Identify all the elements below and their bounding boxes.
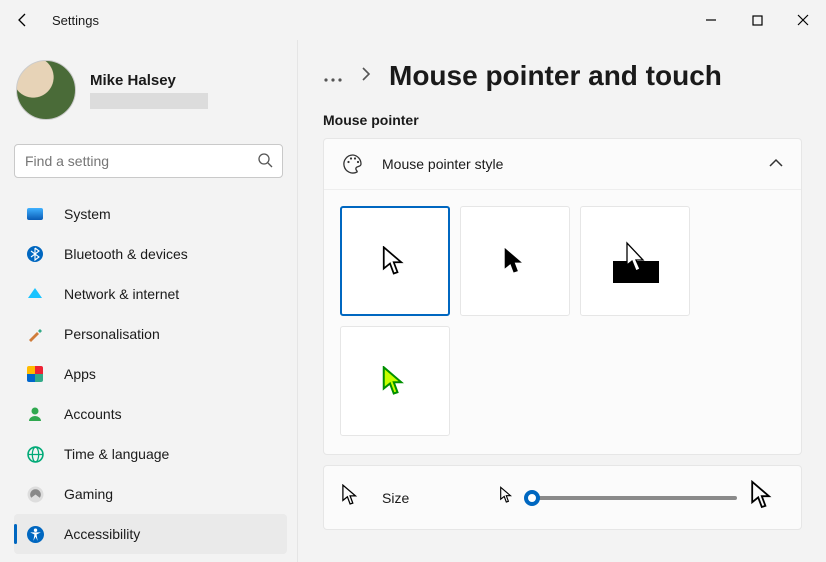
sidebar-item-gaming[interactable]: Gaming (14, 474, 287, 514)
pointer-style-card: Mouse pointer style (323, 138, 802, 455)
palette-icon (342, 153, 364, 175)
sidebar-item-label: Accessibility (64, 526, 140, 542)
search-icon (257, 152, 273, 173)
sidebar-item-label: System (64, 206, 111, 222)
cursor-small-icon (500, 486, 514, 509)
globe-icon (26, 445, 44, 463)
cursor-large-icon (751, 480, 775, 515)
breadcrumb-more-button[interactable] (323, 63, 343, 89)
pointer-style-header[interactable]: Mouse pointer style (324, 139, 801, 189)
apps-icon (26, 365, 44, 383)
wifi-icon (26, 285, 44, 303)
back-button[interactable] (6, 3, 40, 37)
sidebar-item-network[interactable]: Network & internet (14, 274, 287, 314)
cursor-icon (342, 484, 360, 511)
bluetooth-icon (26, 245, 44, 263)
sidebar-item-accounts[interactable]: Accounts (14, 394, 287, 434)
paint-icon (26, 325, 44, 343)
sidebar-item-apps[interactable]: Apps (14, 354, 287, 394)
pointer-size-slider[interactable] (528, 496, 737, 500)
sidebar-item-accessibility[interactable]: Accessibility (14, 514, 287, 554)
minimize-button[interactable] (688, 4, 734, 36)
pointer-style-options (324, 189, 801, 454)
section-label: Mouse pointer (323, 112, 802, 128)
sidebar-item-label: Bluetooth & devices (64, 246, 188, 262)
pointer-style-white[interactable] (340, 206, 450, 316)
main-content: Mouse pointer and touch Mouse pointer Mo… (297, 40, 826, 562)
user-block[interactable]: Mike Halsey (14, 40, 287, 144)
accessibility-icon (26, 525, 44, 543)
person-icon (26, 405, 44, 423)
system-icon (26, 205, 44, 223)
window-title: Settings (52, 13, 99, 28)
breadcrumb: Mouse pointer and touch (323, 60, 802, 92)
sidebar-item-label: Time & language (64, 446, 169, 462)
page-title: Mouse pointer and touch (389, 60, 722, 92)
user-name: Mike Halsey (90, 72, 208, 89)
sidebar-item-time[interactable]: Time & language (14, 434, 287, 474)
sidebar-item-label: Personalisation (64, 326, 160, 342)
chevron-up-icon (769, 155, 783, 173)
titlebar: Settings (0, 0, 826, 40)
sidebar-item-bluetooth[interactable]: Bluetooth & devices (14, 234, 287, 274)
sidebar-item-label: Apps (64, 366, 96, 382)
maximize-button[interactable] (734, 4, 780, 36)
avatar (16, 60, 76, 120)
pointer-style-black[interactable] (460, 206, 570, 316)
chevron-right-icon (361, 67, 371, 86)
pointer-style-custom[interactable] (340, 326, 450, 436)
slider-thumb[interactable] (524, 490, 540, 506)
search-box[interactable] (14, 144, 283, 178)
pointer-size-card: Size (323, 465, 802, 530)
sidebar-item-label: Network & internet (64, 286, 179, 302)
sidebar-item-personalisation[interactable]: Personalisation (14, 314, 287, 354)
pointer-size-label: Size (382, 490, 482, 506)
pointer-style-inverted[interactable] (580, 206, 690, 316)
user-email-placeholder (90, 93, 208, 109)
gaming-icon (26, 485, 44, 503)
pointer-style-label: Mouse pointer style (382, 156, 751, 172)
sidebar-item-label: Gaming (64, 486, 113, 502)
nav-list: System Bluetooth & devices Network & int… (14, 194, 287, 554)
search-input[interactable] (14, 144, 283, 178)
sidebar: Mike Halsey System Bluetooth & devices N… (0, 40, 298, 562)
sidebar-item-system[interactable]: System (14, 194, 287, 234)
close-button[interactable] (780, 4, 826, 36)
sidebar-item-label: Accounts (64, 406, 122, 422)
